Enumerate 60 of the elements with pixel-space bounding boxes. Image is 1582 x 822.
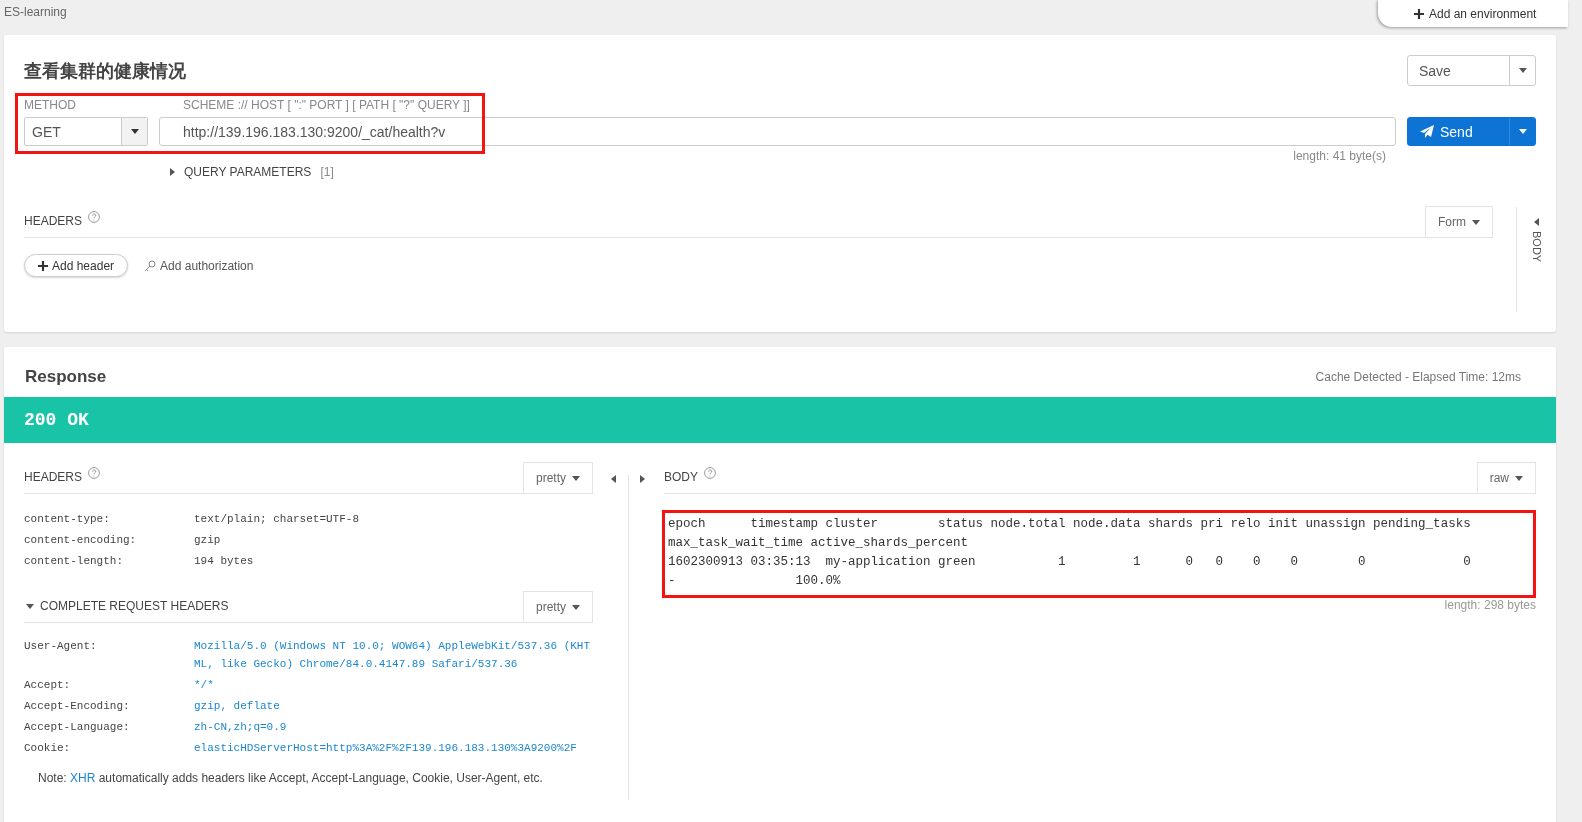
add-authorization-link[interactable]: Add authorization (144, 258, 254, 273)
format-dropdown[interactable]: raw (1476, 462, 1536, 493)
header-value: gzip (194, 533, 222, 548)
url-field[interactable]: http://139.196.183.130:9200/_cat/health?v (159, 117, 1396, 146)
body-length: length: 298 bytes (1443, 598, 1536, 612)
note-text: Note: XHR automatically adds headers like Accept, Accept-Language, Cookie, User-Agent, etc. (38, 771, 544, 785)
request-headers-toggle[interactable]: COMPLETE REQUEST HEADERS (24, 598, 235, 622)
headers-label: HEADERS (24, 214, 82, 230)
header-value: 194 bytes (194, 554, 255, 569)
header-value: Mozilla/5.0 (Windows NT 10.0; WOW64) AppleWebKit/537.36 (KHTML, like Gecko) Chrome/84.0.4147.89 Safari/537.36 (194, 639, 592, 672)
help-icon (88, 211, 100, 223)
caret-down-icon (572, 604, 580, 610)
request-title: 查看集群的健康情况 (24, 59, 186, 83)
format-dropdown[interactable]: Form (1425, 206, 1493, 237)
url-length: length: 41 byte(s) (1292, 149, 1387, 163)
headers-label: HEADERS (24, 470, 82, 486)
body-panel-tab[interactable]: BODY (1516, 207, 1556, 312)
header-name: Accept-Language: (24, 720, 131, 735)
header-name: content-encoding: (24, 533, 138, 548)
header-name: content-type: (24, 512, 111, 527)
add-environment-button[interactable]: Add an environment (1378, 0, 1568, 27)
caret-right-icon[interactable] (640, 475, 645, 483)
caret-left-icon[interactable] (611, 475, 616, 483)
add-header-button[interactable]: Add header (24, 254, 129, 277)
header-value: */* (194, 678, 215, 693)
header-name: Accept-Encoding: (24, 699, 131, 714)
caret-down-icon (1518, 129, 1527, 134)
header-value: zh-CN,zh;q=0.9 (194, 720, 288, 735)
header-value: elasticHDServerHost=http%3A%2F%2F139.196.183.130%3A9200%2F (194, 741, 578, 756)
header-value: text/plain; charset=UTF-8 (194, 512, 361, 527)
response-body: epoch timestamp cluster status node.total node.data shards pri relo init unassign pending_tasks max_task_wait_time active_shards_percent 1602300913 03:35:13 my-application green 1 1 0 0 0 0 0 0 - 100.0% (667, 516, 1472, 590)
status-bar: 200 OK (4, 397, 1556, 443)
url-label: SCHEME :// HOST [ ":" PORT ] [ PATH [ "?" QUERY ]] (182, 98, 471, 112)
method-label: METHOD (24, 98, 77, 112)
method-select[interactable]: GET (24, 117, 148, 146)
header-name: Cookie: (24, 741, 72, 756)
caret-down-icon (1472, 219, 1480, 225)
paper-plane-icon (1420, 125, 1434, 138)
caret-down-icon (1515, 475, 1523, 481)
elapsed-time: Cache Detected - Elapsed Time: 12ms (1315, 370, 1521, 384)
format-dropdown[interactable]: pretty (523, 591, 593, 622)
help-icon (704, 467, 716, 479)
workspace-name: ES-learning (4, 5, 67, 19)
response-title: Response (25, 367, 107, 387)
plus-icon (1414, 8, 1424, 19)
xhr-link[interactable]: XHR (70, 771, 96, 785)
help-icon (88, 467, 100, 479)
header-name: Accept: (24, 678, 72, 693)
caret-left-icon (1534, 218, 1539, 226)
body-label: BODY (664, 470, 698, 486)
caret-down-icon (1518, 68, 1527, 73)
header-name: content-length: (24, 554, 125, 569)
key-icon (144, 259, 157, 272)
caret-down-icon (130, 129, 139, 134)
format-dropdown[interactable]: pretty (523, 462, 593, 493)
query-parameters-toggle[interactable]: QUERY PARAMETERS [1] (170, 165, 334, 179)
caret-down-icon (572, 475, 580, 481)
plus-icon (38, 260, 48, 271)
header-value: gzip, deflate (194, 699, 281, 714)
header-name: User-Agent: (24, 639, 98, 654)
